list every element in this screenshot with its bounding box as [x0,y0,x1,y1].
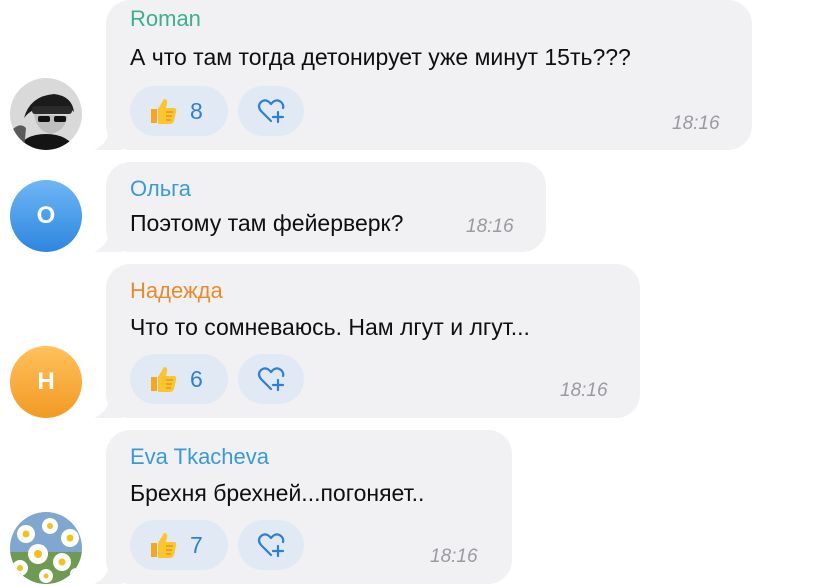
avatar-roman[interactable] [10,78,82,150]
sender-name[interactable]: Eva Tkacheva [130,444,269,470]
daisies-avatar-icon [10,512,82,584]
message-bubble-nadezhda: Надежда Что то сомневаюсь. Нам лгут и лг… [94,264,640,418]
add-reaction-button[interactable] [238,520,304,570]
bubble-tail [94,230,122,252]
like-reaction-button[interactable]: 6 [130,354,228,404]
sender-name[interactable]: Roman [130,6,201,32]
message-time: 18:16 [672,113,720,134]
message-text: Поэтому там фейерверк? [130,210,404,236]
like-count: 8 [190,97,203,124]
thumbs-up-icon [151,99,177,124]
add-reaction-button[interactable] [238,86,304,136]
message-text: А что там тогда детонирует уже минут 15т… [130,44,631,70]
like-reaction-button[interactable]: 8 [130,86,228,136]
sender-name[interactable]: Надежда [130,278,223,304]
avatar-letter: Н [37,368,55,395]
message-bubble-roman: Roman А что там тогда детонирует уже мин… [94,0,752,150]
message-time: 18:16 [466,216,514,237]
add-reaction-heart-icon [257,533,285,558]
message-text: Брехня брехней...погоняет.. [130,480,425,506]
avatar-olga[interactable]: О [10,180,82,252]
thumbs-up-icon [151,367,177,392]
message-time: 18:16 [560,380,608,401]
sender-name[interactable]: Ольга [130,176,191,202]
avatar-eva[interactable] [10,512,82,584]
bubble-tail [94,128,122,150]
add-reaction-heart-icon [257,367,285,392]
like-count: 7 [190,531,203,558]
add-reaction-heart-icon [257,99,285,124]
message-time: 18:16 [430,546,478,567]
photo-avatar-icon [10,78,82,150]
message-text: Что то сомневаюсь. Нам лгут и лгут... [130,314,530,340]
avatar-letter: О [36,202,56,229]
like-count: 6 [190,365,203,392]
message-bubble-eva: Eva Tkacheva Брехня брехней...погоняет..… [94,430,512,584]
bubble-tail [94,562,122,584]
add-reaction-button[interactable] [238,354,304,404]
bubble-tail [94,396,122,418]
avatar-nadezhda[interactable]: Н [10,346,82,418]
thumbs-up-icon [151,533,177,558]
like-reaction-button[interactable]: 7 [130,520,228,570]
message-bubble-olga: Ольга Поэтому там фейерверк? 18:16 [94,162,546,252]
